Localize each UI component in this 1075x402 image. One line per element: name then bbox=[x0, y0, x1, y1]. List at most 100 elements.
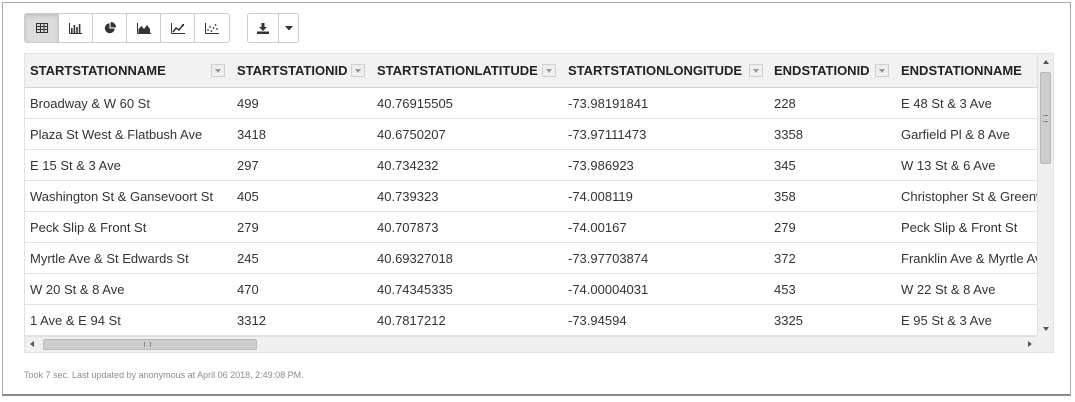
cell-start-station-name: Plaza St West & Flatbush Ave bbox=[30, 126, 203, 142]
cell-start-station-latitude: 40.739323 bbox=[377, 188, 439, 204]
cell-end-station-id: 358 bbox=[774, 188, 796, 204]
chevron-down-icon bbox=[546, 68, 552, 73]
cell-start-station-id: 405 bbox=[237, 188, 259, 204]
cell-start-station-id: 499 bbox=[237, 95, 259, 111]
horizontal-scroll-thumb[interactable] bbox=[43, 339, 257, 350]
cell-start-station-longitude: -74.00004031 bbox=[568, 281, 649, 297]
cell-start-station-longitude: -73.94594 bbox=[568, 312, 627, 328]
grip-icon bbox=[144, 342, 151, 347]
scroll-left-arrow-icon[interactable] bbox=[30, 341, 34, 347]
cell-start-station-latitude: 40.734232 bbox=[377, 157, 439, 173]
table-header: STARTSTATIONNAME STARTSTATIONID STARTSTA… bbox=[25, 54, 1037, 88]
cell-end-station-id: 372 bbox=[774, 250, 796, 266]
cell-start-station-latitude: 40.6750207 bbox=[377, 126, 446, 142]
download-button[interactable] bbox=[248, 14, 279, 42]
cell-start-station-name: Washington St & Gansevoort St bbox=[30, 188, 214, 204]
column-header-startstationlatitude[interactable]: STARTSTATIONLATITUDE bbox=[372, 54, 540, 87]
column-header-endstationid[interactable]: ENDSTATIONID bbox=[769, 54, 875, 87]
cell-end-station-name: E 48 St & 3 Ave bbox=[901, 95, 992, 111]
cell-start-station-longitude: -73.98191841 bbox=[568, 95, 649, 111]
column-header-label: ENDSTATIONNAME bbox=[901, 63, 1022, 78]
table-view-button[interactable] bbox=[25, 14, 59, 42]
cell-start-station-id: 3418 bbox=[237, 126, 266, 142]
download-options-toggle[interactable] bbox=[279, 14, 298, 42]
cell-start-station-id: 245 bbox=[237, 250, 259, 266]
table-icon bbox=[35, 23, 48, 33]
column-header-label: STARTSTATIONLATITUDE bbox=[377, 63, 538, 78]
status-text: Took 7 sec. Last updated by anonymous at… bbox=[24, 370, 304, 380]
table-viewport: STARTSTATIONNAME STARTSTATIONID STARTSTA… bbox=[25, 54, 1037, 337]
cell-start-station-name: E 15 St & 3 Ave bbox=[30, 157, 121, 173]
cell-start-station-name: 1 Ave & E 94 St bbox=[30, 312, 121, 328]
cell-start-station-id: 297 bbox=[237, 157, 259, 173]
scroll-down-arrow-icon[interactable] bbox=[1043, 327, 1049, 331]
table-row: Myrtle Ave & St Edwards St 245 40.69327018… bbox=[25, 243, 1037, 274]
column-menu-button[interactable] bbox=[542, 64, 556, 77]
vertical-scroll-thumb[interactable] bbox=[1040, 72, 1051, 164]
cell-end-station-id: 3358 bbox=[774, 126, 803, 142]
table-body: Broadway & W 60 St 499 40.76915505 -73.9819… bbox=[25, 88, 1037, 336]
cell-end-station-id: 345 bbox=[774, 157, 796, 173]
column-header-endstationname[interactable]: ENDSTATIONNAME bbox=[896, 54, 1037, 87]
column-header-label: STARTSTATIONNAME bbox=[30, 63, 166, 78]
cell-start-station-longitude: -74.008119 bbox=[568, 188, 633, 204]
caret-down-icon bbox=[284, 25, 293, 30]
results-table: STARTSTATIONNAME STARTSTATIONID STARTSTA… bbox=[24, 53, 1054, 353]
cell-end-station-name: Christopher St & Greenwich St bbox=[901, 188, 1037, 204]
paragraph-result-panel: STARTSTATIONNAME STARTSTATIONID STARTSTA… bbox=[2, 2, 1071, 396]
cell-start-station-id: 279 bbox=[237, 219, 259, 235]
scatter-chart-icon bbox=[205, 22, 219, 34]
chevron-down-icon bbox=[355, 68, 361, 73]
column-menu-button[interactable] bbox=[875, 64, 889, 77]
cell-start-station-latitude: 40.7817212 bbox=[377, 312, 446, 328]
column-menu-button[interactable] bbox=[211, 64, 225, 77]
line-chart-icon bbox=[170, 22, 185, 34]
table-row: W 20 St & 8 Ave 470 40.74345335 -74.0000403… bbox=[25, 274, 1037, 305]
cell-start-station-name: Broadway & W 60 St bbox=[30, 95, 150, 111]
cell-end-station-name: E 95 St & 3 Ave bbox=[901, 312, 992, 328]
chevron-down-icon bbox=[753, 68, 759, 73]
chevron-down-icon bbox=[879, 68, 885, 73]
column-header-startstationname[interactable]: STARTSTATIONNAME bbox=[25, 54, 232, 87]
cell-end-station-id: 228 bbox=[774, 95, 796, 111]
cell-start-station-longitude: -73.97111473 bbox=[568, 126, 647, 142]
cell-start-station-longitude: -74.00167 bbox=[568, 219, 627, 235]
pie-chart-button[interactable] bbox=[93, 14, 127, 42]
cell-start-station-name: Peck Slip & Front St bbox=[30, 219, 147, 235]
cell-start-station-longitude: -73.97703874 bbox=[568, 250, 649, 266]
chevron-down-icon bbox=[215, 68, 221, 73]
scatter-chart-button[interactable] bbox=[195, 14, 229, 42]
column-menu-button[interactable] bbox=[749, 64, 763, 77]
cell-end-station-name: W 22 St & 8 Ave bbox=[901, 281, 996, 297]
cell-end-station-id: 3325 bbox=[774, 312, 803, 328]
column-header-startstationlongitude[interactable]: STARTSTATIONLONGITUDE bbox=[563, 54, 749, 87]
scroll-up-arrow-icon[interactable] bbox=[1043, 60, 1049, 64]
cell-end-station-id: 279 bbox=[774, 219, 796, 235]
download-icon bbox=[257, 22, 269, 34]
table-row: Plaza St West & Flatbush Ave 3418 40.67502… bbox=[25, 119, 1037, 150]
horizontal-scrollbar[interactable] bbox=[25, 336, 1037, 352]
table-row: Washington St & Gansevoort St 405 40.73932… bbox=[25, 181, 1037, 212]
cell-end-station-name: Peck Slip & Front St bbox=[901, 219, 1018, 235]
column-menu-button[interactable] bbox=[351, 64, 365, 77]
column-header-label: STARTSTATIONLONGITUDE bbox=[568, 63, 743, 78]
cell-start-station-latitude: 40.74345335 bbox=[377, 281, 453, 297]
table-row: Peck Slip & Front St 279 40.707873 -74.0016… bbox=[25, 212, 1037, 243]
vertical-scrollbar[interactable] bbox=[1037, 54, 1053, 337]
table-row: E 15 St & 3 Ave 297 40.734232 -73.986923 345… bbox=[25, 150, 1037, 181]
scroll-right-arrow-icon[interactable] bbox=[1028, 341, 1032, 347]
bar-chart-button[interactable] bbox=[59, 14, 93, 42]
download-button-group bbox=[247, 13, 299, 43]
line-chart-button[interactable] bbox=[161, 14, 195, 42]
scrollbar-corner bbox=[1037, 336, 1053, 352]
cell-start-station-longitude: -73.986923 bbox=[568, 157, 634, 173]
pie-chart-icon bbox=[104, 22, 116, 34]
cell-end-station-name: W 13 St & 6 Ave bbox=[901, 157, 996, 173]
cell-start-station-id: 3312 bbox=[237, 312, 266, 328]
column-header-startstationid[interactable]: STARTSTATIONID bbox=[232, 54, 350, 87]
table-row: 1 Ave & E 94 St 3312 40.7817212 -73.94594 33… bbox=[25, 305, 1037, 336]
grip-icon bbox=[1043, 115, 1048, 122]
column-header-label: ENDSTATIONID bbox=[774, 63, 870, 78]
area-chart-button[interactable] bbox=[127, 14, 161, 42]
cell-end-station-name: Franklin Ave & Myrtle Ave bbox=[901, 250, 1037, 266]
